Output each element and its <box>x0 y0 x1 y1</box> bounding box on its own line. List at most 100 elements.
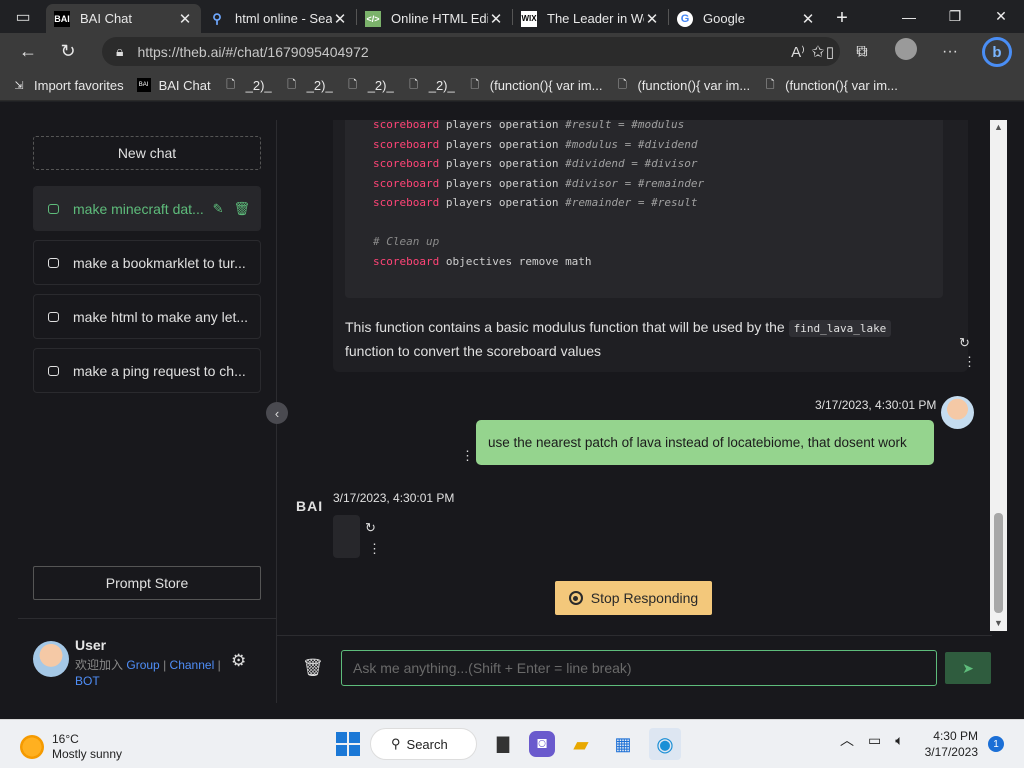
user-name: User <box>75 637 107 653</box>
browser-tab-bar: ▭ BAI BAI Chat ✕ ⚲ html online - Sea ✕ <… <box>0 0 1024 33</box>
close-icon[interactable]: ✕ <box>488 10 504 28</box>
file-explorer-icon[interactable]: ▰ <box>565 728 597 760</box>
bot-answer-text: This function contains a basic modulus f… <box>345 316 925 362</box>
trash-icon[interactable]: 🗑︎ <box>302 658 324 678</box>
history-label: make minecraft dat... <box>73 200 204 217</box>
history-item[interactable]: make a ping request to ch... <box>33 348 261 393</box>
stop-responding-button[interactable]: Stop Responding <box>555 581 712 615</box>
url-field[interactable]: 🔒︎ https://theb.ai/#/chat/1679095404972 … <box>102 37 869 66</box>
more-vertical-icon[interactable]: ⋮ <box>461 448 474 464</box>
close-icon[interactable]: ✕ <box>800 10 816 28</box>
user-message: use the nearest patch of lava instead of… <box>476 420 934 465</box>
favorite-import[interactable]: ⇲ Import favorites <box>12 78 123 93</box>
favorite-label: _2)_ <box>245 77 272 93</box>
tab-google[interactable]: G Google ✕ <box>669 4 824 33</box>
window-controls: — ❐ ✕ <box>886 0 1024 33</box>
tab-title: html online - Sea <box>235 11 332 26</box>
bot-timestamp: 3/17/2023, 4:30:01 PM <box>333 491 455 505</box>
restore-icon[interactable]: ❐ <box>932 0 978 33</box>
tab-wix[interactable]: WIX The Leader in Web ✕ <box>513 4 668 33</box>
clock[interactable]: 4:30 PM 3/17/2023 <box>918 728 978 760</box>
scroll-down-icon[interactable]: ▼ <box>990 616 1007 631</box>
send-button[interactable]: ➤ <box>945 652 991 684</box>
favorite-item[interactable]: 🗋 _2)_ <box>407 78 454 93</box>
more-icon[interactable]: ··· <box>928 43 972 61</box>
store-icon[interactable]: ▦ <box>607 728 639 760</box>
tab-bai-chat[interactable]: BAI BAI Chat ✕ <box>46 4 201 33</box>
notification-badge[interactable]: 1 <box>988 736 1004 752</box>
history-item[interactable]: make html to make any let... <box>33 294 261 339</box>
windows-start-icon[interactable] <box>336 732 360 756</box>
delete-icon[interactable]: 🗑︎ <box>233 201 250 217</box>
inline-code: find_lava_lake <box>788 320 892 337</box>
favorite-bai-chat[interactable]: BAI BAI Chat <box>136 78 211 93</box>
favorite-item[interactable]: 🗋 _2)_ <box>346 78 393 93</box>
tab-html-online[interactable]: ⚲ html online - Sea ✕ <box>201 4 356 33</box>
system-tray: ︿ ▭ 🔈︎ <box>840 730 904 750</box>
close-icon[interactable]: ✕ <box>177 10 193 28</box>
task-view-icon[interactable]: ▇ <box>487 728 519 760</box>
page-scrollbar[interactable]: ▲ ▼ <box>990 120 1007 631</box>
favorite-item[interactable]: 🗋 (function(){ var im... <box>468 78 602 93</box>
refresh-icon[interactable]: ↻ <box>48 36 88 68</box>
gear-icon[interactable]: ⚙ <box>231 651 246 671</box>
url-text: https://theb.ai/#/chat/1679095404972 <box>137 43 369 60</box>
favorites-icon[interactable]: ✩ <box>796 42 840 62</box>
regenerate-icon[interactable]: ↻ <box>365 520 376 536</box>
new-chat-button[interactable]: New chat <box>33 136 261 170</box>
chat-bubble-icon <box>48 203 59 214</box>
favorite-item[interactable]: 🗋 (function(){ var im... <box>615 78 750 93</box>
close-icon[interactable]: ✕ <box>332 10 348 28</box>
page-icon: 🗋 <box>287 78 297 91</box>
weather-widget[interactable]: 16°C Mostly sunny <box>20 732 122 762</box>
group-link[interactable]: Group <box>126 658 159 672</box>
lock-icon[interactable]: 🔒︎ <box>116 43 123 60</box>
more-vertical-icon[interactable]: ⋮ <box>368 541 381 557</box>
chevron-up-icon[interactable]: ︿ <box>840 730 854 750</box>
stop-label: Stop Responding <box>590 590 699 606</box>
prompt-store-button[interactable]: Prompt Store <box>33 566 261 600</box>
user-links: 欢迎加入 Group | Channel | BOT <box>75 657 235 689</box>
tab-actions-icon[interactable]: ▭ <box>0 0 46 33</box>
history-label: make html to make any let... <box>73 308 249 325</box>
edit-icon[interactable]: ✎ <box>213 201 224 217</box>
favorites-bar: ⇲ Import favorites BAI BAI Chat 🗋 _2)_ 🗋 _2)… <box>0 70 1024 101</box>
window-close-icon[interactable]: ✕ <box>978 0 1024 33</box>
chat-bubble-icon <box>48 365 59 376</box>
search-icon: ⚲ <box>212 10 222 26</box>
edge-icon[interactable]: ◉ <box>649 728 681 760</box>
scroll-up-icon[interactable]: ▲ <box>990 120 1007 135</box>
taskbar-search[interactable]: ⚲ Search <box>370 728 477 760</box>
teams-chat-icon[interactable]: ◙ <box>529 731 555 757</box>
back-icon[interactable]: ← <box>8 36 48 68</box>
close-icon[interactable]: ✕ <box>644 10 660 28</box>
bing-icon[interactable]: b <box>982 37 1012 67</box>
search-label: Search <box>406 736 448 752</box>
browser-toolbar: ✩ ⧉ ··· <box>796 33 972 70</box>
avatar[interactable] <box>33 641 69 677</box>
welcome-text: 欢迎加入 <box>75 658 124 672</box>
channel-link[interactable]: Channel <box>170 658 215 672</box>
history-item-active[interactable]: make minecraft dat... ✎ 🗑︎ <box>33 186 261 231</box>
favorite-item[interactable]: 🗋 _2)_ <box>224 77 272 93</box>
more-vertical-icon[interactable]: ⋮ <box>963 354 976 370</box>
collapse-sidebar-button[interactable]: ‹ <box>266 402 288 424</box>
scroll-thumb[interactable] <box>994 513 1003 613</box>
bot-link[interactable]: BOT <box>75 674 100 688</box>
tab-online-html-editor[interactable]: </> Online HTML Edito ✕ <box>357 4 512 33</box>
collections-icon[interactable]: ⧉ <box>840 43 884 61</box>
favorite-item[interactable]: 🗋 (function(){ var im... <box>763 78 898 93</box>
tab-title: Google <box>703 11 745 26</box>
bai-icon: BAI <box>136 78 151 92</box>
minimize-icon[interactable]: — <box>886 0 932 33</box>
code-line: scoreboard players operation #divisor = … <box>373 176 705 190</box>
history-item[interactable]: make a bookmarklet to tur... <box>33 240 261 285</box>
regenerate-icon[interactable]: ↻ <box>959 335 970 351</box>
favorite-item[interactable]: 🗋 _2)_ <box>285 78 332 93</box>
chat-input[interactable] <box>341 650 937 686</box>
weather-description: Mostly sunny <box>52 747 123 761</box>
network-icon[interactable]: ▭ <box>868 732 881 749</box>
profile-icon[interactable] <box>884 38 928 65</box>
volume-icon[interactable]: 🔈︎ <box>895 732 903 749</box>
new-tab-button[interactable]: + <box>824 4 860 33</box>
